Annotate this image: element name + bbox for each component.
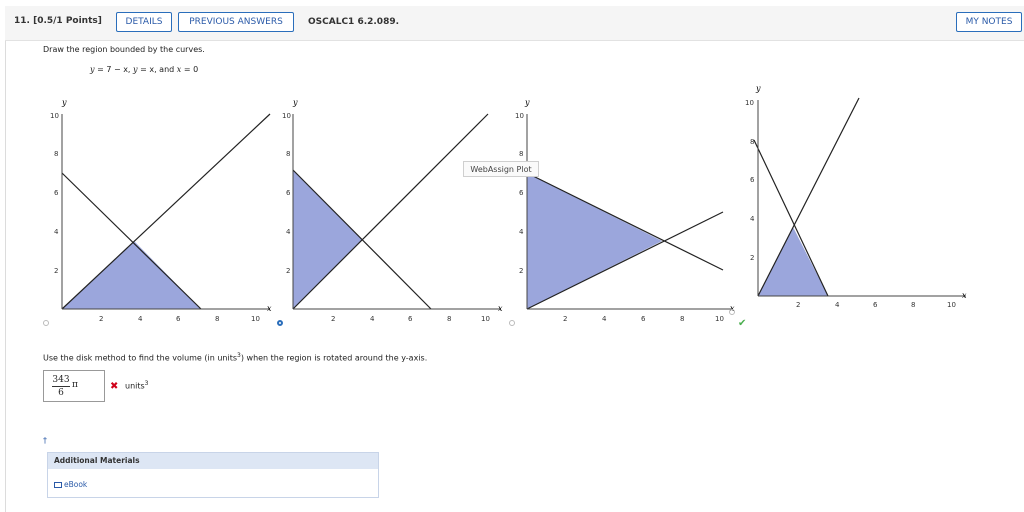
plot-4-ytick-10: 10 — [745, 99, 754, 107]
answer-fraction: 343 6 — [52, 375, 70, 398]
ebook-label: eBook — [64, 480, 88, 489]
eq-part-6: = 0 — [181, 65, 199, 74]
plot-2-radio[interactable] — [277, 320, 283, 326]
plot-2-ytick-4: 4 — [286, 228, 291, 236]
plot-choice-1[interactable]: y x 2 4 6 8 10 2 4 6 8 10 — [40, 90, 272, 325]
additional-materials-title: Additional Materials — [48, 453, 378, 469]
plot-1-ytick-2: 2 — [54, 267, 58, 275]
answer-pi: π — [72, 380, 78, 390]
plot-2-region — [293, 170, 362, 309]
plot-2-ytick-10: 10 — [282, 112, 291, 120]
plot-3-region — [527, 173, 662, 309]
plot-3-xtick-4: 4 — [602, 315, 607, 323]
plot-4-y-label: y — [755, 84, 761, 93]
plot-2-xtick-2: 2 — [331, 315, 335, 323]
plot-1-x-label: x — [267, 304, 272, 313]
plot-2-svg: y x 2 4 6 8 10 2 4 6 8 10 — [282, 98, 503, 323]
problem-code: OSCALC1 6.2.089. — [308, 17, 400, 27]
answer-numerator: 343 — [52, 375, 70, 387]
plot-4-xtick-2: 2 — [796, 301, 800, 309]
plot-2-x-label: x — [498, 304, 503, 313]
plot-1-ytick-10: 10 — [50, 112, 59, 120]
answer-denominator: 6 — [58, 388, 64, 398]
plot-2-xtick-6: 6 — [408, 315, 413, 323]
plot-1-region — [62, 241, 201, 309]
plot-1-xtick-4: 4 — [138, 315, 143, 323]
plot-2-xtick-8: 8 — [447, 315, 451, 323]
plot-choice-3[interactable]: y x 2 4 6 8 10 2 4 6 8 10 — [505, 90, 735, 325]
plot-4-ytick-2: 2 — [750, 254, 754, 262]
plot-3-ytick-10: 10 — [515, 112, 524, 120]
footnote-dagger[interactable]: † — [43, 436, 47, 445]
plot-4-svg: y x 2 4 6 8 10 2 4 6 8 10 — [745, 84, 967, 309]
plot-2-xtick-10: 10 — [481, 315, 490, 323]
plot-4-region — [758, 227, 828, 296]
plot-4-xtick-8: 8 — [911, 301, 915, 309]
plot-3-xtick-6: 6 — [641, 315, 646, 323]
plot-1-xtick-2: 2 — [99, 315, 103, 323]
plot-3-svg: y x 2 4 6 8 10 2 4 6 8 10 — [515, 98, 735, 323]
plot-1-svg: y x 2 4 6 8 10 2 4 6 8 10 — [50, 98, 272, 323]
plot-4-ytick-8: 8 — [750, 138, 754, 146]
plot-1-xtick-8: 8 — [215, 315, 219, 323]
disk-method-question: Use the disk method to find the volume (… — [43, 352, 427, 363]
plot-2-ytick-8: 8 — [286, 150, 290, 158]
plot-1-ytick-8: 8 — [54, 150, 58, 158]
plot-3-xtick-8: 8 — [680, 315, 684, 323]
plot-3-radio[interactable] — [509, 320, 515, 326]
ebook-link[interactable]: eBook — [54, 480, 87, 489]
plot-3-xtick-10: 10 — [715, 315, 724, 323]
plot-tooltip: WebAssign Plot — [463, 161, 539, 177]
plot-choice-4[interactable]: y x 2 4 6 8 10 2 4 6 8 10 — [735, 80, 970, 310]
plot-2-ytick-6: 6 — [286, 189, 291, 197]
plot-3-ytick-6: 6 — [519, 189, 524, 197]
ebook-icon — [54, 481, 62, 488]
additional-materials: Additional Materials eBook — [47, 452, 379, 498]
answer-units: units3 — [125, 380, 149, 391]
plot-3-xtick-2: 2 — [563, 315, 567, 323]
units-sup: 3 — [144, 380, 149, 387]
plot-choice-2[interactable]: y x 2 4 6 8 10 2 4 6 8 10 — [273, 90, 503, 325]
plot-1-ytick-6: 6 — [54, 189, 59, 197]
disk-text-after: ) when the region is rotated around the … — [240, 353, 428, 363]
plot-4-xtick-6: 6 — [873, 301, 878, 309]
previous-answers-button[interactable]: PREVIOUS ANSWERS — [178, 12, 294, 32]
eq-part-2: = 7 − x, — [94, 65, 134, 74]
plot-1-xtick-6: 6 — [176, 315, 181, 323]
my-notes-button[interactable]: MY NOTES — [956, 12, 1022, 32]
plot-3-ytick-8: 8 — [519, 150, 523, 158]
plot-1-xtick-10: 10 — [251, 315, 260, 323]
question-number: 11. [0.5/1 Points] — [14, 16, 102, 26]
equation: y = 7 − x, y = x, and x = 0 — [90, 65, 198, 74]
plot-3-y-label: y — [524, 98, 530, 107]
plot-1-radio[interactable] — [43, 320, 49, 326]
plot-4-ytick-6: 6 — [750, 176, 755, 184]
plot-2-ytick-2: 2 — [286, 267, 290, 275]
plot-2-y-label: y — [292, 98, 298, 107]
incorrect-x-icon: ✖ — [110, 381, 119, 392]
plot-1-ytick-4: 4 — [54, 228, 59, 236]
plot-3-ytick-2: 2 — [519, 267, 523, 275]
prompt-text: Draw the region bounded by the curves. — [43, 45, 205, 54]
eq-part-4: = x, and — [137, 65, 177, 74]
disk-text-before: Use the disk method to find the volume (… — [43, 353, 238, 363]
plot-3-ytick-4: 4 — [519, 228, 524, 236]
plot-4-xtick-4: 4 — [835, 301, 840, 309]
plot-4-x-label: x — [962, 291, 967, 300]
plot-4-radio[interactable] — [729, 309, 735, 315]
correct-check-icon: ✔ — [738, 318, 747, 329]
plot-4-ytick-4: 4 — [750, 215, 755, 223]
details-button[interactable]: DETAILS — [116, 12, 172, 32]
units-label: units — [125, 381, 145, 391]
plot-1-y-label: y — [61, 98, 67, 107]
answer-input[interactable]: 343 6 π — [43, 370, 105, 402]
plot-4-xtick-10: 10 — [947, 301, 956, 309]
plot-2-xtick-4: 4 — [370, 315, 375, 323]
